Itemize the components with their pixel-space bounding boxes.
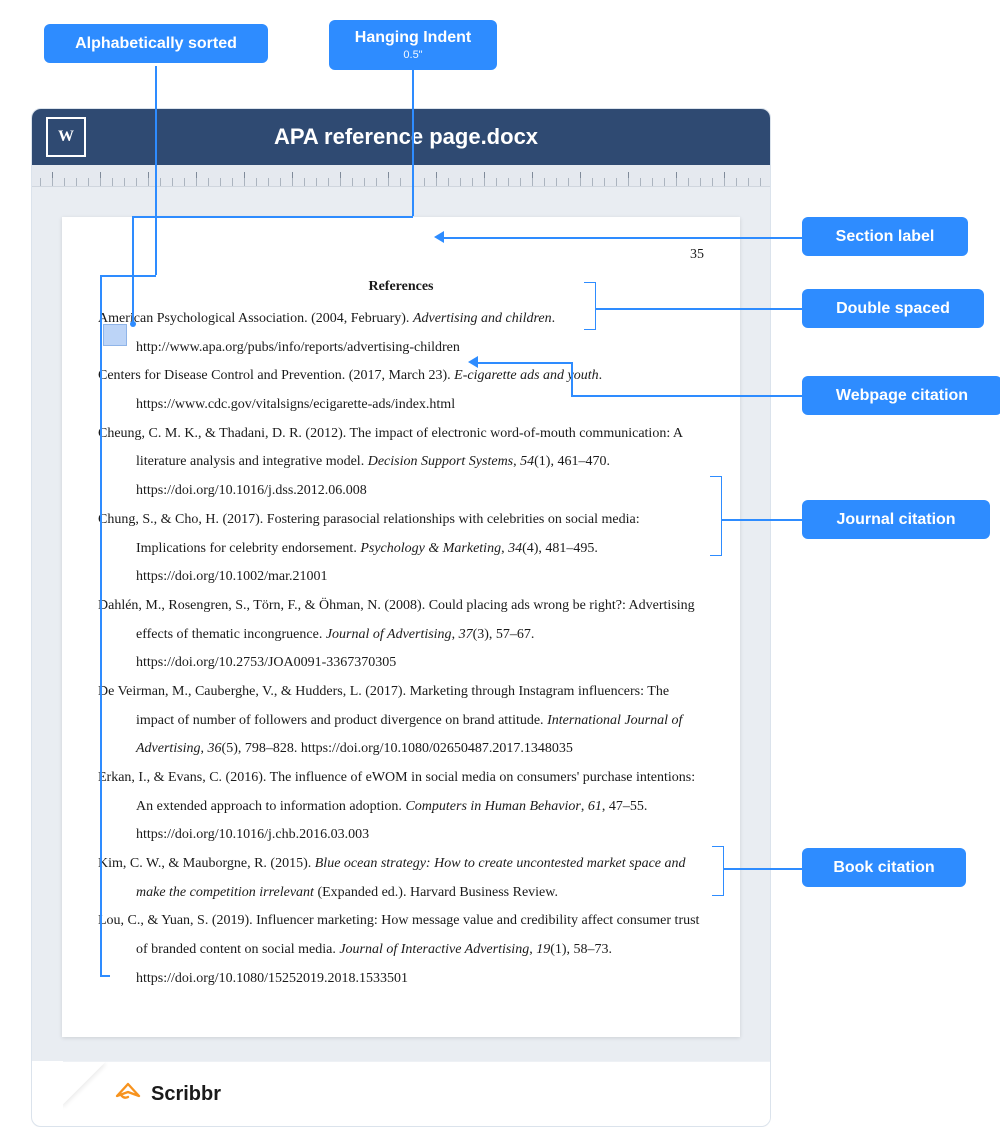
reference-entry: Cheung, C. M. K., & Thadani, D. R. (2012…	[98, 420, 704, 506]
connector	[478, 362, 572, 364]
word-icon-letter: W	[58, 128, 74, 146]
tag-hanging-label: Hanging Indent	[355, 29, 471, 46]
tag-hanging-indent: Hanging Indent 0.5"	[329, 20, 497, 70]
tag-journal-text: Journal citation	[836, 511, 955, 528]
tag-double-spaced: Double spaced	[802, 289, 984, 328]
document-header: W APA reference page.docx	[32, 109, 770, 165]
connector	[412, 68, 414, 216]
reference-entry: Kim, C. W., & Mauborgne, R. (2015). Blue…	[98, 850, 704, 907]
tag-book-text: Book citation	[833, 859, 934, 876]
connector	[596, 308, 802, 310]
connector	[100, 275, 156, 277]
bracket	[710, 476, 722, 556]
tag-hanging-sub: 0.5"	[343, 49, 483, 62]
tag-webpage-citation: Webpage citation	[802, 376, 1000, 415]
connector	[100, 275, 102, 975]
tag-webpage-text: Webpage citation	[836, 387, 968, 404]
document-frame: W APA reference page.docx 35 References …	[31, 108, 771, 1127]
references-list: American Psychological Association. (200…	[98, 305, 704, 994]
footer: Scribbr	[63, 1061, 771, 1126]
reference-entry: Erkan, I., & Evans, C. (2016). The influ…	[98, 764, 704, 850]
connector	[100, 975, 110, 977]
tag-book-citation: Book citation	[802, 848, 966, 887]
scribbr-logo-text: Scribbr	[151, 1083, 221, 1106]
reference-entry: Lou, C., & Yuan, S. (2019). Influencer m…	[98, 907, 704, 993]
ruler	[32, 165, 770, 187]
document-title: APA reference page.docx	[102, 124, 770, 150]
tag-journal-citation: Journal citation	[802, 500, 990, 539]
reference-entry: Dahlén, M., Rosengren, S., Törn, F., & Ö…	[98, 592, 704, 678]
tag-alphabetical-label: Alphabetically sorted	[75, 35, 237, 52]
connector	[724, 868, 802, 870]
reference-entry: Centers for Disease Control and Preventi…	[98, 362, 704, 419]
page-number: 35	[98, 247, 704, 263]
document-canvas: 35 References American Psychological Ass…	[32, 187, 770, 1061]
page: 35 References American Psychological Ass…	[62, 217, 740, 1037]
connector-dot	[130, 321, 136, 327]
connector	[722, 519, 802, 521]
reference-entry: De Veirman, M., Cauberghe, V., & Hudders…	[98, 678, 704, 764]
reference-entry: Chung, S., & Cho, H. (2017). Fostering p…	[98, 506, 704, 592]
connector	[132, 216, 134, 324]
page-fold-icon	[63, 1062, 121, 1120]
connector	[571, 395, 802, 397]
reference-entry: American Psychological Association. (200…	[98, 305, 704, 362]
arrow-left-icon	[468, 356, 478, 368]
tag-section-label: Section label	[802, 217, 968, 256]
tag-alphabetical: Alphabetically sorted	[44, 24, 268, 63]
arrow-left-icon	[434, 231, 444, 243]
bracket	[712, 846, 724, 896]
connector	[571, 362, 573, 395]
bracket	[584, 282, 596, 330]
references-heading: References	[98, 279, 704, 295]
tag-section-label-text: Section label	[836, 228, 935, 245]
connector	[132, 216, 413, 218]
connector	[155, 66, 157, 275]
indent-highlight	[103, 324, 127, 346]
word-icon: W	[46, 117, 86, 157]
tag-double-text: Double spaced	[836, 300, 950, 317]
connector	[444, 237, 803, 239]
